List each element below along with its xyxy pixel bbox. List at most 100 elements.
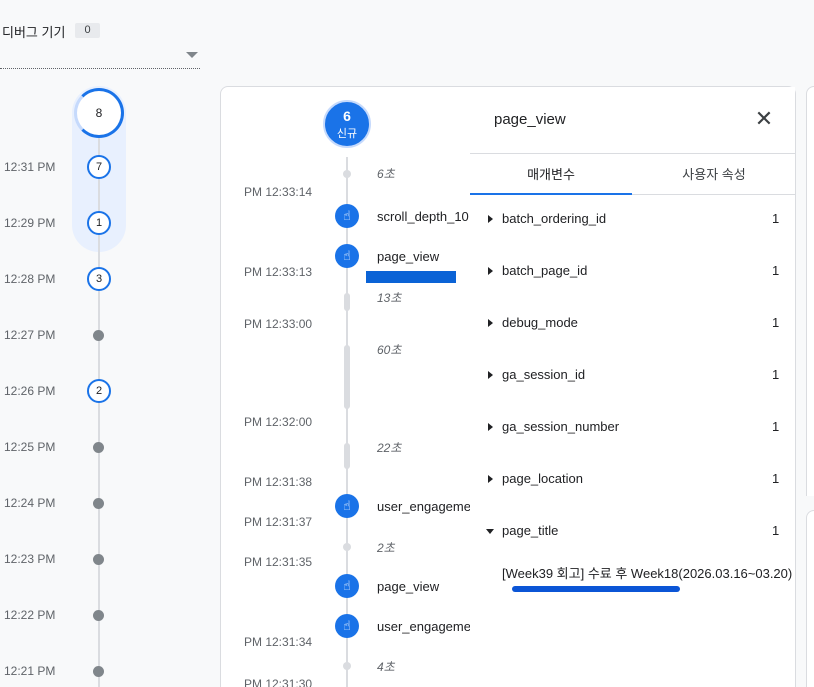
touch-event-icon[interactable]: ☝ <box>335 614 359 638</box>
param-count: 1 <box>772 419 780 434</box>
param-name: ga_session_number <box>502 419 620 434</box>
tab-user-properties[interactable]: 사용자 속성 <box>633 154 795 195</box>
param-count: 1 <box>772 367 780 382</box>
minute-row: 12:21 PM <box>0 656 210 686</box>
param-name: debug_mode <box>502 315 578 330</box>
minute-time: 12:28 PM <box>4 272 56 286</box>
event-label[interactable]: page_view <box>377 579 439 594</box>
param-row[interactable]: ga_session_id 1 <box>470 360 795 390</box>
gap-label: 60초 <box>377 343 402 357</box>
seconds-timeline-line <box>346 157 348 687</box>
event-label[interactable]: user_engagement <box>377 499 482 514</box>
param-value: [Week39 회고] 수료 후 Week18(2026.03.16~03.20… <box>502 566 793 581</box>
tab-parameters[interactable]: 매개변수 <box>470 154 632 195</box>
param-row[interactable]: debug_mode 1 <box>470 308 795 338</box>
gap-label: 6초 <box>377 167 395 181</box>
gap-dot <box>343 662 351 670</box>
minute-count-bubble[interactable]: 7 <box>87 155 111 179</box>
event-timestamp: PM 12:31:34 <box>244 635 313 649</box>
adjacent-card-edge <box>806 510 814 687</box>
event-timestamp: PM 12:32:00 <box>244 415 313 429</box>
gap-segment <box>344 293 350 311</box>
current-minute-bubble[interactable]: 8 <box>74 88 124 138</box>
minute-row: 12:27 PM <box>0 320 210 350</box>
minute-row[interactable]: 12:31 PM 7 <box>0 152 210 182</box>
touch-event-icon[interactable]: ☝ <box>335 244 359 268</box>
minute-row: 12:24 PM <box>0 488 210 518</box>
param-row-expanded[interactable]: page_title 1 <box>470 516 795 546</box>
expand-caret-icon <box>488 267 493 275</box>
new-events-label: 신규 <box>336 128 358 140</box>
param-count: 1 <box>772 471 780 486</box>
panel-tabs: 매개변수 사용자 속성 <box>470 153 795 195</box>
touch-event-icon[interactable]: ☝ <box>335 494 359 518</box>
event-label[interactable]: scroll_depth_10 <box>377 209 469 224</box>
annotation-highlight-bar <box>366 271 456 283</box>
event-label[interactable]: page_view <box>377 249 439 264</box>
minute-time: 12:22 PM <box>4 608 56 622</box>
close-icon[interactable]: ✕ <box>752 107 776 131</box>
param-name: batch_page_id <box>502 263 588 278</box>
empty-minute-dot <box>93 666 104 677</box>
empty-minute-dot <box>93 330 104 341</box>
event-timestamp: PM 12:31:30 <box>244 677 313 687</box>
new-events-count: 6 <box>343 108 351 124</box>
dropdown-caret-icon[interactable] <box>186 52 198 58</box>
minute-time: 12:29 PM <box>4 216 56 230</box>
param-count: 1 <box>772 263 780 278</box>
param-count: 1 <box>772 211 780 226</box>
minute-row[interactable]: 12:26 PM 2 <box>0 376 210 406</box>
new-events-bubble[interactable]: 6 신규 <box>323 100 371 148</box>
param-name: ga_session_id <box>502 367 586 382</box>
param-name: batch_ordering_id <box>502 211 607 226</box>
minute-row[interactable]: 12:29 PM 1 <box>0 208 210 238</box>
minute-time: 12:24 PM <box>4 496 56 510</box>
gap-dot <box>343 170 351 178</box>
param-row[interactable]: page_location 1 <box>470 464 795 494</box>
debug-device-count-badge: 0 <box>75 23 100 38</box>
touch-event-icon[interactable]: ☝ <box>335 204 359 228</box>
expand-caret-icon <box>488 215 493 223</box>
touch-event-icon[interactable]: ☝ <box>335 574 359 598</box>
param-name: page_location <box>502 471 583 486</box>
event-timestamp: PM 12:33:13 <box>244 265 313 279</box>
expand-caret-icon <box>488 475 493 483</box>
collapse-caret-icon <box>486 529 494 534</box>
dotted-divider <box>0 68 200 69</box>
event-timestamp: PM 12:33:00 <box>244 317 313 331</box>
param-name: page_title <box>502 523 559 538</box>
event-label[interactable]: user_engagement <box>377 619 482 634</box>
minute-row: 12:25 PM <box>0 432 210 462</box>
gap-label: 13초 <box>377 291 402 305</box>
param-row[interactable]: batch_ordering_id 1 <box>470 204 795 234</box>
param-row[interactable]: batch_page_id 1 <box>470 256 795 286</box>
gap-segment <box>344 345 350 409</box>
param-row[interactable]: ga_session_number 1 <box>470 412 795 442</box>
annotation-underline <box>512 586 680 592</box>
gap-label: 4초 <box>377 660 395 674</box>
expand-caret-icon <box>488 319 493 327</box>
adjacent-card-edge <box>806 86 814 496</box>
minute-time: 12:26 PM <box>4 384 56 398</box>
event-timestamp: PM 12:31:37 <box>244 515 313 529</box>
minute-row: 12:22 PM <box>0 600 210 630</box>
debug-device-selector[interactable]: 디버그 기기 0 <box>0 0 210 80</box>
minute-row: 12:23 PM <box>0 544 210 574</box>
minute-time: 12:25 PM <box>4 440 56 454</box>
minute-time: 12:27 PM <box>4 328 56 342</box>
minute-count-bubble[interactable]: 1 <box>87 211 111 235</box>
empty-minute-dot <box>93 610 104 621</box>
minute-count-bubble[interactable]: 2 <box>87 379 111 403</box>
minutes-stream: 8 12:31 PM 7 12:29 PM 1 12:28 PM 3 12:27… <box>0 80 210 687</box>
minute-row[interactable]: 12:28 PM 3 <box>0 264 210 294</box>
param-count: 1 <box>772 315 780 330</box>
empty-minute-dot <box>93 498 104 509</box>
empty-minute-dot <box>93 554 104 565</box>
minute-count-bubble[interactable]: 3 <box>87 267 111 291</box>
empty-minute-dot <box>93 442 104 453</box>
debug-device-label: 디버그 기기 <box>2 25 66 40</box>
panel-title: page_view <box>494 111 566 128</box>
event-details-panel: page_view ✕ 매개변수 사용자 속성 batch_ordering_i… <box>470 87 795 687</box>
event-timestamp: PM 12:31:38 <box>244 475 313 489</box>
param-count: 1 <box>772 523 780 538</box>
